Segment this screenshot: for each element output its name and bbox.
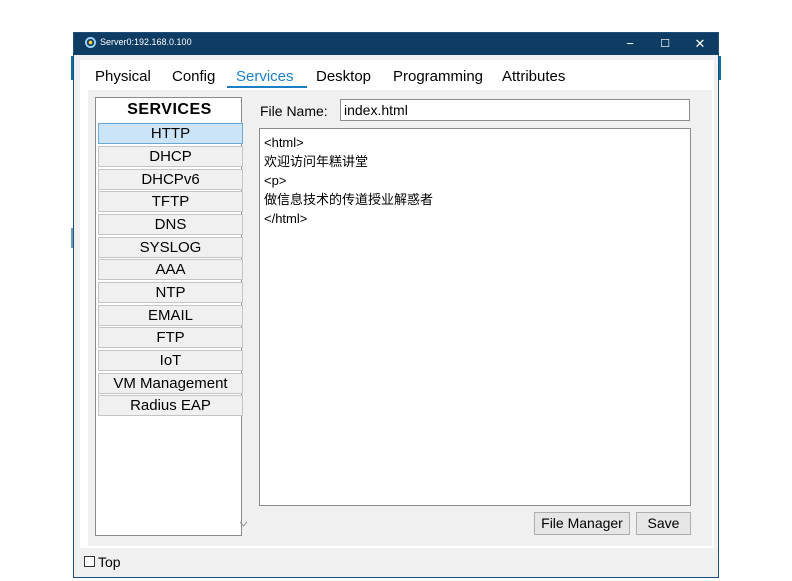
service-item-iot[interactable]: IoT — [98, 350, 243, 371]
title-bar: Server0:192.168.0.100 − ☐ ✕ — [74, 33, 718, 55]
tab-attributes[interactable]: Attributes — [502, 68, 565, 85]
maximize-button[interactable]: ☐ — [648, 33, 682, 55]
service-item-radius-eap[interactable]: Radius EAP — [98, 395, 243, 416]
services-list: SERVICES HTTP DHCP DHCPv6 TFTP DNS SYSLO… — [95, 97, 243, 536]
top-checkbox[interactable] — [84, 556, 95, 567]
service-item-http[interactable]: HTTP — [98, 123, 243, 144]
close-button[interactable]: ✕ — [683, 33, 717, 55]
content-line: 欢迎访问年糕讲堂 — [264, 154, 369, 169]
file-name-label: File Name: — [260, 103, 328, 119]
service-item-dhcp[interactable]: DHCP — [98, 146, 243, 167]
tab-config[interactable]: Config — [172, 68, 215, 85]
scroll-down-icon[interactable] — [239, 521, 248, 527]
service-item-tftp[interactable]: TFTP — [98, 191, 243, 212]
minimize-button[interactable]: − — [613, 33, 647, 55]
services-header: SERVICES — [127, 101, 212, 118]
app-icon — [85, 37, 96, 48]
tab-desktop[interactable]: Desktop — [316, 68, 371, 85]
service-item-ntp[interactable]: NTP — [98, 282, 243, 303]
service-item-vm-management[interactable]: VM Management — [98, 373, 243, 394]
service-item-ftp[interactable]: FTP — [98, 327, 243, 348]
service-item-dhcpv6[interactable]: DHCPv6 — [98, 169, 243, 190]
tab-programming[interactable]: Programming — [393, 68, 483, 85]
tab-services[interactable]: Services — [236, 68, 294, 85]
services-panel: SERVICES HTTP DHCP DHCPv6 TFTP DNS SYSLO… — [88, 90, 712, 546]
content-line: 做信息技术的传道授业解惑者 — [264, 192, 434, 207]
service-item-syslog[interactable]: SYSLOG — [98, 237, 243, 258]
file-name-input[interactable] — [340, 99, 690, 121]
content-line: <p> — [264, 173, 287, 188]
top-label: Top — [98, 554, 121, 570]
html-content-editor[interactable]: <html> 欢迎访问年糕讲堂 <p> 做信息技术的传道授业解惑者 </html… — [259, 128, 691, 506]
tab-physical[interactable]: Physical — [95, 68, 151, 85]
service-item-email[interactable]: EMAIL — [98, 305, 243, 326]
window-content: Physical Config Services Desktop Program… — [80, 60, 714, 548]
active-tab-indicator — [227, 86, 307, 88]
file-manager-button[interactable]: File Manager — [534, 512, 630, 535]
service-item-dns[interactable]: DNS — [98, 214, 243, 235]
server-window: Server0:192.168.0.100 − ☐ ✕ Physical Con… — [73, 32, 719, 578]
service-item-aaa[interactable]: AAA — [98, 259, 243, 280]
content-line: <html> — [264, 135, 304, 150]
save-button[interactable]: Save — [636, 512, 691, 535]
top-toggle[interactable]: Top — [84, 554, 121, 570]
content-line: </html> — [264, 211, 308, 226]
window-title: Server0:192.168.0.100 — [100, 37, 192, 47]
